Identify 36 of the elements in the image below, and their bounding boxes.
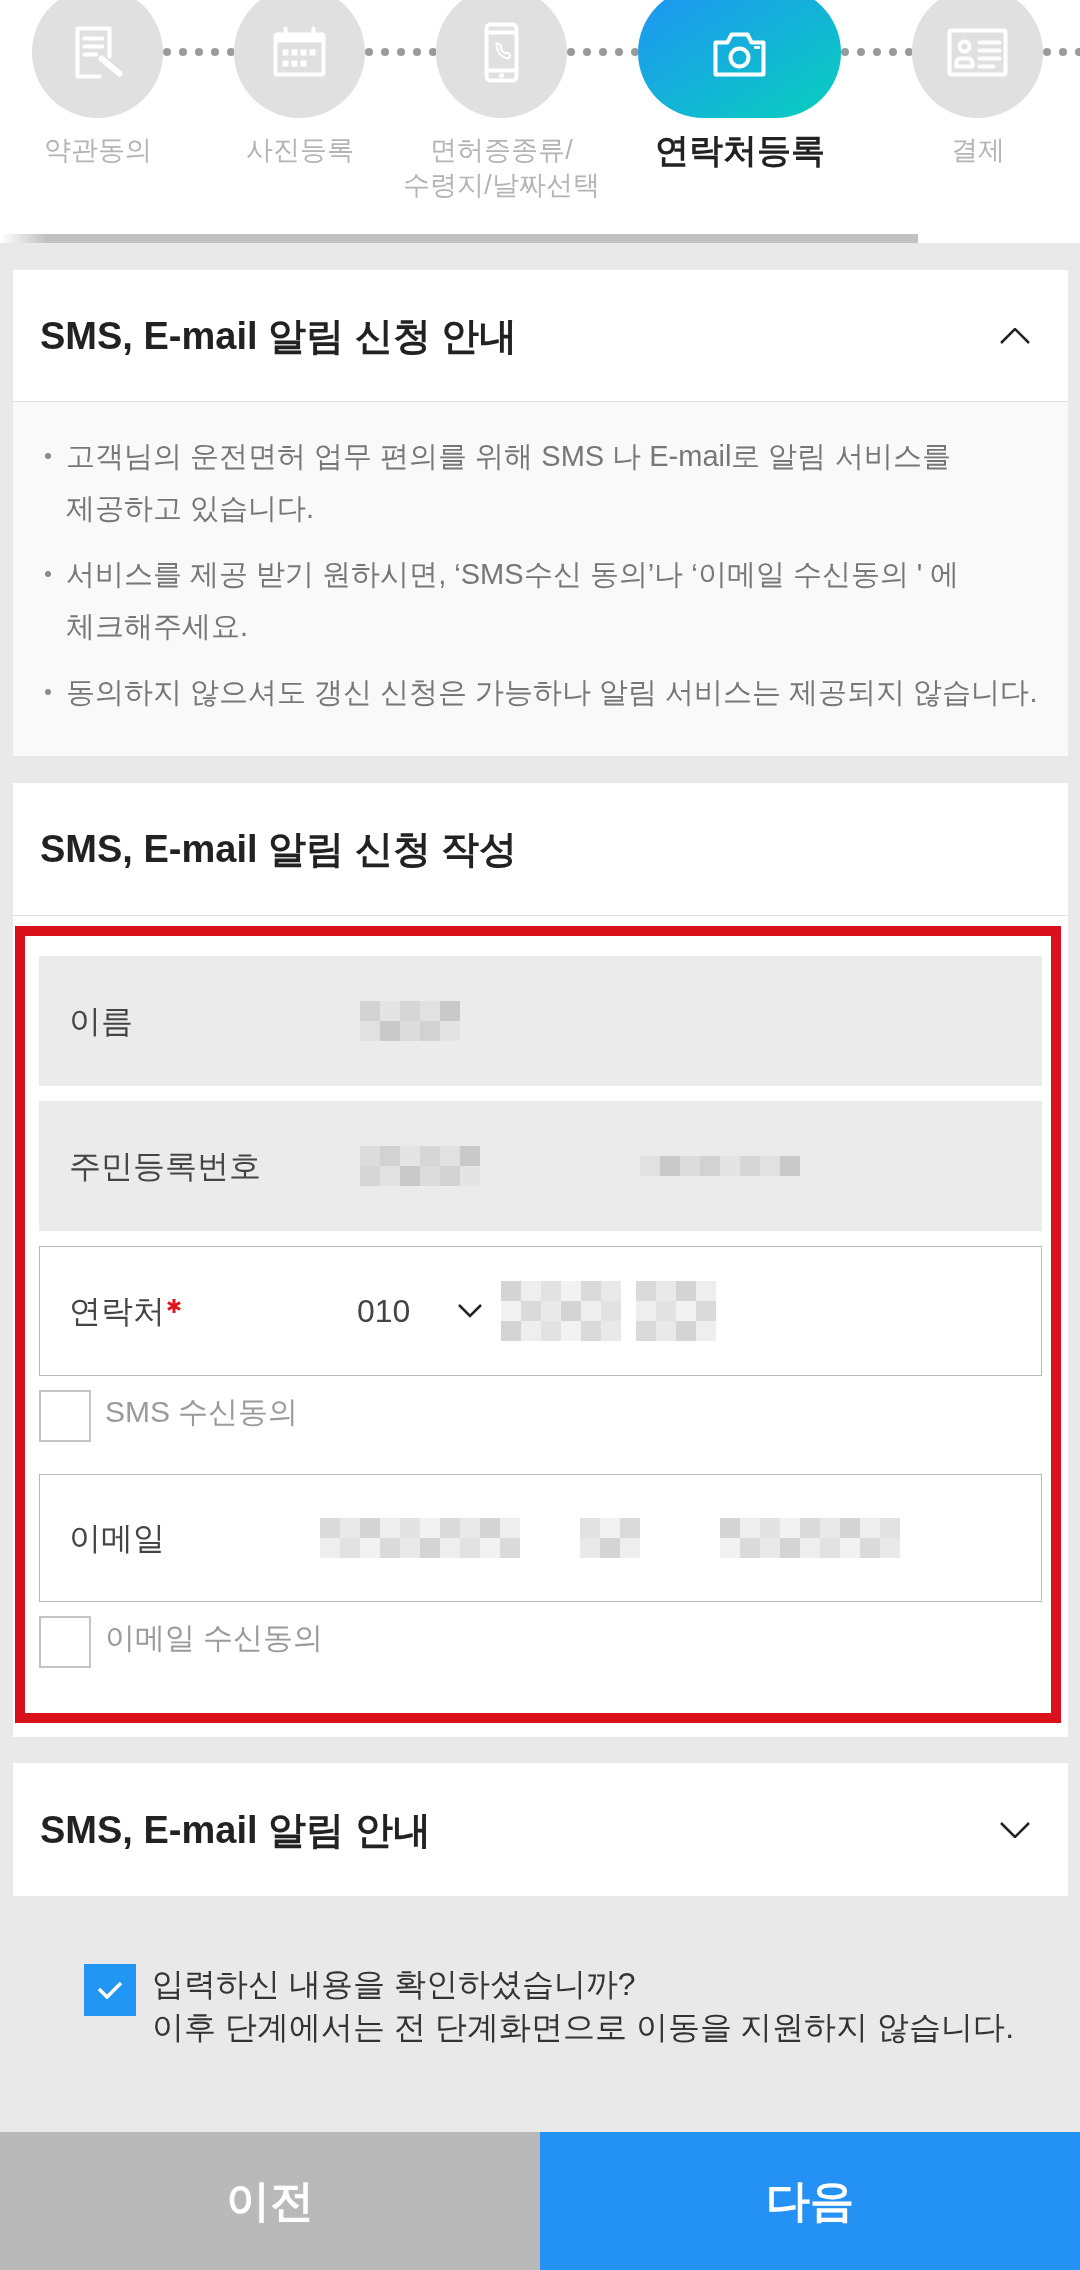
dotted-connector: [567, 48, 638, 56]
step-label: 면허증종류/ 수령지/날짜선택: [403, 134, 600, 202]
field-label: 이름: [69, 1002, 133, 1041]
chevron-down-icon[interactable]: [1000, 1821, 1030, 1838]
dotted-connector: [163, 48, 234, 56]
section-title: SMS, E-mail 알림 안내: [40, 1807, 431, 1853]
dotted-connector: [841, 48, 912, 56]
checkbox-label: SMS 수신동의: [105, 1394, 299, 1430]
confirm-text: 입력하신 내용을 확인하셨습니까? 이후 단계에서는 전 단계화면으로 이동을 지원하지 않습니다.: [152, 1965, 1015, 2047]
field-label: 주민등록번호: [69, 1147, 261, 1186]
chevron-up-icon[interactable]: [1000, 327, 1030, 344]
phone-field[interactable]: 연락처 010: [39, 1246, 1042, 1376]
checkbox[interactable]: [39, 1390, 91, 1442]
prefix-dropdown[interactable]: 010: [357, 1291, 483, 1331]
section-title: SMS, E-mail 알림 신청 작성: [40, 827, 518, 872]
field-label: 연락처: [69, 1292, 165, 1331]
section-title: SMS, E-mail 알림 신청 안내: [40, 313, 518, 359]
email-field[interactable]: 이메일: [39, 1474, 1042, 1602]
bullet-icon: [45, 689, 51, 695]
checkbox-label: 이메일 수신동의: [105, 1620, 324, 1656]
step-label: 약관동의: [43, 134, 152, 167]
step-label: 연락처등록: [654, 130, 825, 170]
notice-text: 동의하지 않으셔도 갱신 신청은 가능하나 알림 서비스는 제공되지 않습니다.: [66, 675, 1038, 710]
notice-text: 서비스를 제공 받기 원하시면, ‘SMS수신 동의’나 ‘이메일 수신동의 ' 에 체크해주세요.: [66, 557, 961, 644]
field-label: 이메일: [69, 1519, 165, 1558]
check-icon: [97, 1981, 123, 1999]
checkbox[interactable]: [84, 1964, 136, 2016]
step-label: 사진등록: [245, 134, 354, 167]
checkbox[interactable]: [39, 1616, 91, 1668]
notice-text: 고객님의 운전면허 업무 편의를 위해 SMS 나 E-mail로 알림 서비스를 제공하고 있습니다.: [66, 439, 952, 526]
bullet-icon: [45, 453, 51, 459]
chevron-down-icon: [458, 1304, 483, 1318]
bullet-icon: [45, 571, 51, 577]
step-label: 결제: [950, 134, 1005, 167]
dotted-connector: [365, 48, 436, 56]
dotted-connector: [1043, 48, 1080, 56]
